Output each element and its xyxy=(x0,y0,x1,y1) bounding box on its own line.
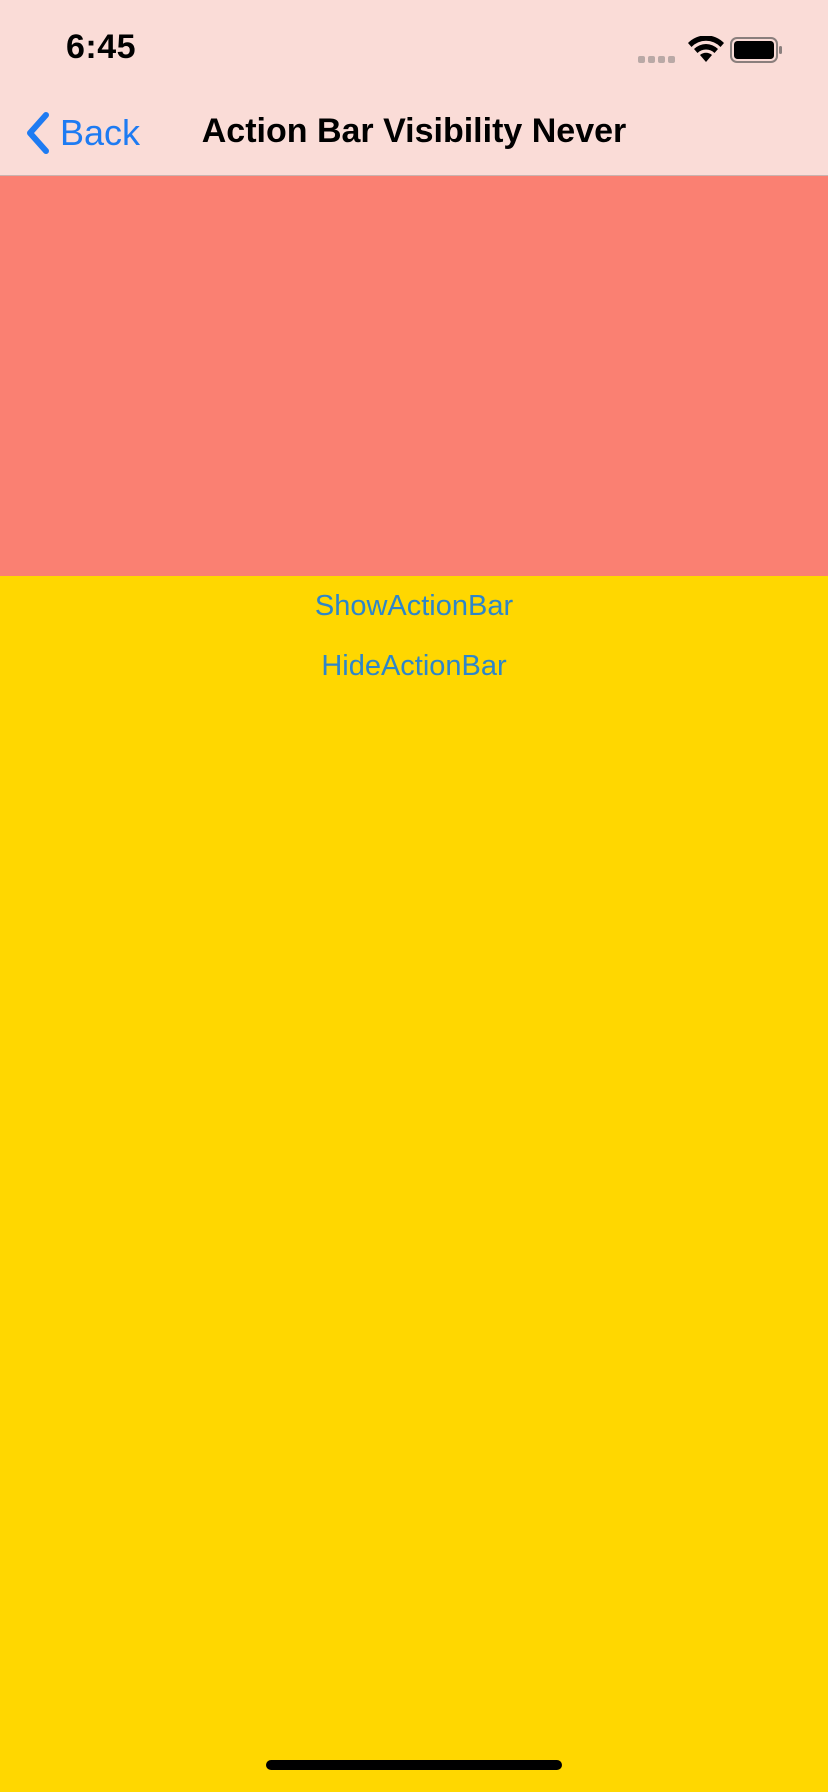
home-indicator[interactable] xyxy=(266,1760,562,1770)
cellular-signal-icon xyxy=(638,56,675,63)
battery-icon xyxy=(730,37,782,63)
status-time: 6:45 xyxy=(66,28,137,66)
page-title: Action Bar Visibility Never xyxy=(201,112,627,150)
show-action-bar-button[interactable]: ShowActionBar xyxy=(0,576,828,636)
status-icons xyxy=(638,36,798,66)
top-bar: 6:45 Back Action Bar Visibility Never xyxy=(0,0,828,176)
wifi-icon xyxy=(688,36,724,62)
content-area: ShowActionBar HideActionBar xyxy=(0,576,828,696)
navigation-bar: Back Action Bar Visibility Never xyxy=(0,98,828,176)
red-panel xyxy=(0,176,828,576)
app-screen: 6:45 Back Action Bar Visibility Never Sh… xyxy=(0,0,828,1792)
hide-action-bar-button[interactable]: HideActionBar xyxy=(0,636,828,696)
